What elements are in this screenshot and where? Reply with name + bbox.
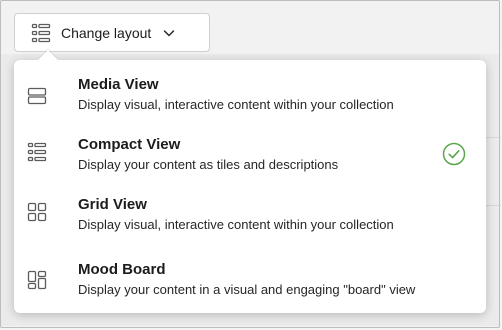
change-layout-label: Change layout xyxy=(61,24,152,41)
menu-item-description: Display visual, interactive content with… xyxy=(78,97,394,112)
change-layout-button[interactable]: Change layout xyxy=(14,13,210,52)
chevron-down-icon xyxy=(164,29,175,36)
menu-item-media-view[interactable]: Media View Display visual, interactive c… xyxy=(14,72,486,130)
menu-item-grid-view[interactable]: Grid View Display visual, interactive co… xyxy=(14,192,486,250)
menu-item-description: Display your content as tiles and descri… xyxy=(78,157,339,172)
menu-item-title: Mood Board xyxy=(78,261,166,278)
menu-item-description: Display visual, interactive content with… xyxy=(78,217,394,232)
grid-view-icon xyxy=(27,202,47,222)
menu-item-mood-board[interactable]: Mood Board Display your content in a vis… xyxy=(14,257,486,315)
menu-item-description: Display your content in a visual and eng… xyxy=(78,282,416,297)
media-view-icon xyxy=(27,87,47,105)
menu-item-title: Compact View xyxy=(78,136,181,153)
menu-item-compact-view[interactable]: Compact View Display your content as til… xyxy=(14,132,486,190)
check-circle-icon xyxy=(442,142,466,166)
compact-list-icon xyxy=(31,23,51,42)
menu-item-title: Media View xyxy=(78,76,159,93)
mood-board-icon xyxy=(27,270,47,290)
compact-view-icon xyxy=(27,142,47,162)
layout-menu: Media View Display visual, interactive c… xyxy=(14,50,486,315)
menu-item-title: Grid View xyxy=(78,196,147,213)
